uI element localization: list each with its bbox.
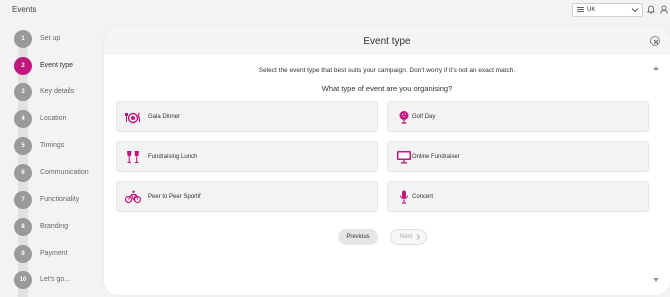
event-type-card-fundraising-lunch[interactable]: Fundraising Lunch — [116, 141, 378, 172]
microphone-icon — [400, 190, 408, 204]
step-number: 9 — [14, 245, 32, 263]
step-number: 10 — [14, 271, 32, 289]
panel-header: Event type — [104, 27, 670, 55]
step-label: Communication — [40, 169, 89, 176]
step-communication[interactable]: 6 Communication — [14, 164, 104, 182]
event-type-card-gala-dinner[interactable]: Gala Dinner — [116, 101, 378, 132]
intro-text: Select the event type that best suits yo… — [258, 67, 516, 74]
bike-icon — [125, 190, 141, 204]
step-payment[interactable]: 9 Payment — [14, 245, 104, 263]
event-type-label: Golf Day — [412, 114, 436, 120]
close-icon — [653, 39, 659, 45]
bell-icon[interactable] — [647, 5, 655, 14]
close-button[interactable] — [650, 36, 660, 46]
step-number: 5 — [14, 137, 32, 155]
step-label: Let's go... — [40, 276, 71, 283]
steps-sidebar: 1 Set up 2 Event type 3 Key details 4 Lo… — [0, 20, 100, 297]
user-icon[interactable] — [660, 5, 668, 14]
event-type-card-golf-day[interactable]: Golf Day — [387, 101, 649, 132]
next-button-label: Next — [400, 234, 413, 240]
previous-button[interactable]: Previous — [338, 229, 378, 245]
step-label: Event type — [40, 62, 74, 69]
next-button[interactable]: Next — [390, 229, 427, 245]
region-label: UK — [587, 7, 596, 13]
step-label: Functionality — [40, 196, 80, 203]
question-text: What type of event are you organising? — [321, 84, 453, 93]
step-branding[interactable]: 8 Branding — [14, 218, 104, 236]
step-number: 7 — [14, 191, 32, 209]
panel-title: Event type — [363, 36, 411, 47]
event-type-card-peer-to-peer-sportif[interactable]: Peer to Peer Sportif — [116, 181, 378, 212]
app-title: Events — [12, 5, 37, 14]
flag-icon — [577, 7, 584, 13]
scroll-down-arrow[interactable] — [653, 278, 659, 282]
event-type-label: Gala Dinner — [148, 114, 181, 120]
step-label: Branding — [40, 223, 69, 230]
event-type-panel: Event type Select the event type that be… — [104, 27, 670, 295]
monitor-icon — [397, 151, 411, 164]
step-set-up[interactable]: 1 Set up — [14, 30, 104, 48]
event-type-card-concert[interactable]: Concert — [387, 181, 649, 212]
step-lets-go[interactable]: 10 Let's go... — [14, 271, 104, 289]
step-number: 3 — [14, 83, 32, 101]
step-label: Payment — [40, 250, 68, 257]
event-type-label: Fundraising Lunch — [148, 154, 198, 160]
top-bar: Events UK — [0, 0, 670, 20]
chevron-right-icon — [416, 234, 421, 240]
step-number: 4 — [14, 110, 32, 128]
step-label: Timings — [40, 142, 65, 149]
step-event-type[interactable]: 2 Event type — [14, 57, 104, 75]
golf-icon — [399, 111, 409, 124]
step-number: 8 — [14, 218, 32, 236]
step-label: Set up — [40, 35, 61, 42]
step-timings[interactable]: 5 Timings — [14, 137, 104, 155]
event-type-label: Peer to Peer Sportif — [148, 194, 201, 200]
step-functionality[interactable]: 7 Functionality — [14, 191, 104, 209]
step-number: 2 — [14, 57, 32, 75]
step-number: 6 — [14, 164, 32, 182]
event-type-label: Online Fundraiser — [412, 154, 460, 160]
event-type-card-online-fundraiser[interactable]: Online Fundraiser — [387, 141, 649, 172]
step-label: Location — [40, 115, 67, 122]
step-location[interactable]: 4 Location — [14, 110, 104, 128]
step-number: 1 — [14, 30, 32, 48]
dinner-icon — [125, 112, 141, 124]
step-label: Key details — [40, 88, 75, 95]
step-key-details[interactable]: 3 Key details — [14, 83, 104, 101]
glasses-icon — [127, 151, 139, 164]
chevron-down-icon — [631, 8, 639, 13]
region-select[interactable]: UK — [572, 3, 643, 17]
event-type-label: Concert — [412, 194, 434, 200]
